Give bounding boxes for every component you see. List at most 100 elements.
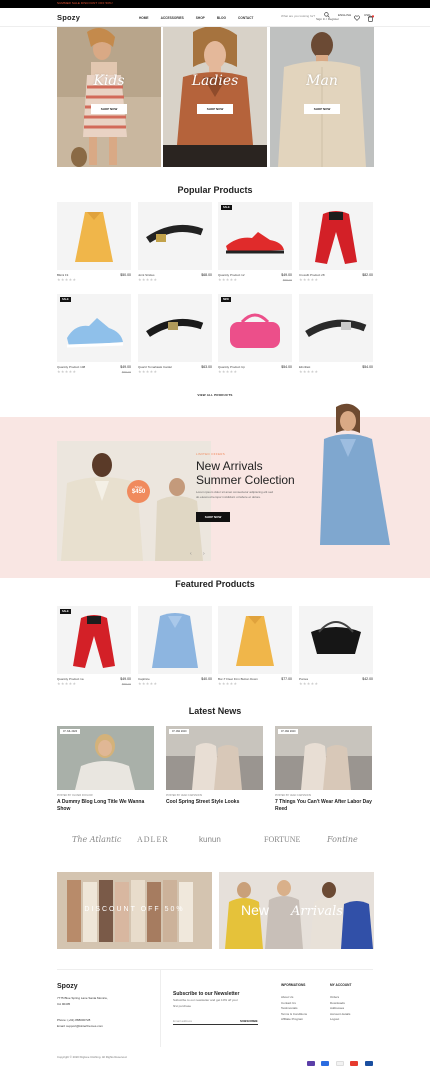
popular-product-card[interactable]: Joint Strides $68.00 ★★★★★ [138,202,212,292]
info-link-affiliate[interactable]: Affiliate Program [281,1017,307,1023]
view-all-products-link[interactable]: VIEW ALL PRODUCTS [0,393,430,397]
featured-products-title: Featured Products [175,579,255,589]
slider-next-icon[interactable]: › [203,551,205,557]
newsletter-text-2: first purchase [173,1003,192,1008]
product-badge: SALE [221,205,232,210]
hero-kids[interactable]: Kids SHOP NOW [57,27,161,167]
promo-new-arrivals-tile[interactable]: New Arrivals [219,872,374,949]
rating-stars: ★★★★★ [138,369,158,374]
main-header: Spozy HOME ACCESSORIES SHOP BLOG CONTACT… [0,8,430,27]
subscribe-button[interactable]: SUBSCRIBE [240,1019,258,1023]
brand-logo-fortune[interactable]: FORTUNE [264,835,300,844]
blog-card-1[interactable]: 07 JUL 2020 POSTED BY OLIVER FOXLOW A Du… [57,726,154,812]
featured-product-card[interactable]: SALE Quantity Product 1a $49.00 $58.00 ★★★★★ [57,606,131,696]
product-price: $54.00 [362,365,373,369]
hero-ladies[interactable]: Ladies SHOP NOW [163,27,267,167]
banner-shop-button[interactable]: SHOP NOW [196,512,230,522]
product-price: $68.00 [201,273,212,277]
promo-new-text: New [241,902,270,918]
product-price: $49.00 [281,273,292,277]
address-line-1: 7775 Blue Spring Lane Santa Monica, [57,996,108,1000]
product-image[interactable] [138,294,212,362]
featured-product-card[interactable]: Bor-T Fleet Firm Button Down $77.00 ★★★★★ [218,606,292,696]
payment-icon [350,1061,359,1066]
popular-product-card[interactable]: NEW Quantity Product Up $54.00 ★★★★★ [218,294,292,384]
menu-item-shop[interactable]: SHOP [196,16,205,20]
hero-ladies-label: Ladies [191,73,239,89]
blog-card-2[interactable]: 07 JAN 2020 POSTED BY JEAN CARSSONS Cool… [166,726,263,805]
blog-image-1: 07 JUL 2020 [57,726,154,790]
popular-product-card[interactable]: SALE Quantity Product 108 $49.00 $58.00 ★★★★… [57,294,131,384]
copyright: Copyright © 2020 Kliglove Clothing. All … [57,1055,128,1059]
product-image[interactable] [138,202,212,270]
menu-item-blog[interactable]: BLOG [217,16,226,20]
product-image[interactable]: SALE [57,294,131,362]
account-link-logout[interactable]: Logout [330,1017,350,1023]
popular-product-card[interactable]: Bikini Fit $50.00 ★★★★★ [57,202,131,292]
product-price: $40.00 [201,677,212,681]
hero-man[interactable]: Man SHOP NOW [270,27,374,167]
footer-logo[interactable]: Spozy [57,983,78,990]
product-image[interactable]: NEW [218,294,292,362]
banner-tag: LIMITED OFFERS [196,452,226,456]
kids-image [57,27,161,167]
blog-title[interactable]: Cool Spring Street Style Looks [166,799,263,806]
popular-products-title: Popular Products [177,185,253,195]
brand-logo-adler[interactable]: ADLER [137,835,169,844]
product-image[interactable] [299,294,373,362]
brand-logo-kunun[interactable]: kunun [199,835,221,844]
latest-news-title: Latest News [188,706,242,716]
logo[interactable]: Spozy [57,13,80,22]
hero-man-label: Man [306,73,338,89]
product-badge: SALE [60,297,71,302]
hero-kids-shop-button[interactable]: SHOP NOW [91,104,127,114]
heart-icon[interactable] [354,15,360,21]
promo-banner: SALE $450 LIMITED OFFERS New Arrivals Su… [0,403,430,578]
popular-product-card[interactable]: SALE Quantity Product 12 $49.00 $58.00 ★★★★★ [218,202,292,292]
rating-stars: ★★★★★ [218,369,238,374]
rating-stars: ★★★★★ [138,277,158,282]
featured-product-card[interactable]: Capitrice $40.00 ★★★★★ [138,606,212,696]
language-select[interactable]: ENGLISH [338,13,351,17]
cart-icon[interactable] [367,15,374,22]
product-image[interactable] [299,606,373,674]
signin-link[interactable]: Sign In / Register [316,17,339,21]
product-price: $49.00 [120,677,131,681]
product-image[interactable] [57,202,131,270]
rating-stars: ★★★★★ [57,681,77,686]
blog-card-3[interactable]: 07 JAN 2020 POSTED BY JEAN CARSSONS 7 Th… [275,726,372,812]
promo-discount-text: DISCOUNT OFF 50% [84,906,185,913]
hero-ladies-shop-button[interactable]: SHOP NOW [197,104,233,114]
blog-meta: POSTED BY OLIVER FOXLOW [57,794,93,797]
popular-product-card[interactable]: Elixrifast $54.00 ★★★★★ [299,294,373,384]
rating-stars: ★★★★★ [299,277,319,282]
footer-address: 7775 Blue Spring Lane Santa Monica, CA 9… [57,996,108,1007]
product-image[interactable]: SALE [57,606,131,674]
menu-item-accessories[interactable]: ACCESSORIES [161,16,184,20]
blog-meta: POSTED BY JEAN CARSSONS [275,794,312,797]
popular-product-card[interactable]: Quartz Tomahawk Cardel $63.00 ★★★★★ [138,294,212,384]
brand-logo-atlantic[interactable]: The Atlantic [72,835,121,844]
hero-man-shop-button[interactable]: SHOP NOW [304,104,340,114]
popular-product-card[interactable]: Crossfit Product 28 $82.00 ★★★★★ [299,202,373,292]
featured-product-card[interactable]: Ponies $42.00 ★★★★★ [299,606,373,696]
product-image[interactable] [299,202,373,270]
promo-discount-tile[interactable]: DISCOUNT OFF 50% [57,872,212,949]
product-price: $42.00 [362,677,373,681]
blog-title[interactable]: A Dummy Blog Long Title We Wanna Show [57,799,154,813]
footer-contact: Phone: (+91) 888000728 Email: support@ki… [57,1018,103,1029]
address-line-2: CA 90405 [57,1001,71,1006]
account-title: MY ACCOUNT [330,983,352,987]
menu-item-home[interactable]: HOME [139,16,149,20]
product-price: $77.00 [281,677,292,681]
menu-item-contact[interactable]: CONTACT [238,16,253,20]
blog-title[interactable]: 7 Things You Can't Wear After Labor Day … [275,799,372,813]
product-image[interactable] [218,606,292,674]
product-image[interactable]: SALE [218,202,292,270]
footer-divider [57,969,373,970]
product-badge: NEW [221,297,231,302]
brand-logo-fontine[interactable]: Fontine [327,835,358,844]
info-links: About Us Contact Us Testimonials Terms &… [281,995,307,1023]
slider-prev-icon[interactable]: ‹ [190,551,192,557]
product-image[interactable] [138,606,212,674]
